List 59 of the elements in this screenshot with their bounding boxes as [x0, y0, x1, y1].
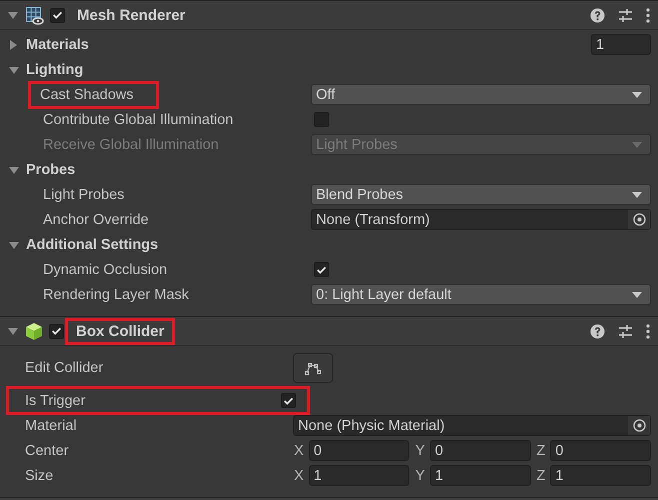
- caret-icon: [632, 292, 642, 298]
- axis-label: Z: [536, 442, 546, 458]
- checkbox[interactable]: [314, 112, 329, 127]
- checkbox[interactable]: [281, 393, 296, 408]
- count-field[interactable]: 1: [591, 34, 651, 55]
- property-label: Edit Collider: [25, 359, 104, 378]
- dropdown[interactable]: Off: [311, 84, 651, 105]
- checkbox[interactable]: [50, 8, 65, 22]
- axis-label: Y: [414, 442, 425, 458]
- grid-icon: [25, 6, 44, 24]
- section-label[interactable]: Materials: [26, 36, 89, 52]
- target-icon[interactable]: [632, 419, 646, 432]
- component-title: Box Collider: [68, 320, 172, 342]
- triangle-icon[interactable]: [7, 9, 19, 21]
- property-label: Rendering Layer Mask: [43, 286, 190, 304]
- help-icon[interactable]: [590, 8, 605, 22]
- object-field[interactable]: None (Transform): [311, 209, 651, 230]
- caret-icon: [632, 142, 642, 148]
- settings-sliders-icon[interactable]: [618, 324, 633, 338]
- help-icon[interactable]: [590, 324, 605, 338]
- object-field[interactable]: None (Physic Material): [293, 415, 651, 436]
- number-field[interactable]: 1: [550, 465, 651, 486]
- triangle-icon[interactable]: [7, 325, 19, 337]
- more-icon[interactable]: [646, 8, 650, 22]
- cube-icon: [25, 322, 43, 340]
- property-label: Center: [25, 442, 70, 460]
- property-label: Dynamic Occlusion: [43, 260, 168, 280]
- more-icon[interactable]: [646, 324, 650, 338]
- section-label[interactable]: Lighting: [26, 62, 84, 78]
- target-icon[interactable]: [632, 213, 646, 226]
- axis-label: X: [293, 442, 304, 458]
- number-field[interactable]: 0: [550, 440, 651, 461]
- checkbox[interactable]: [49, 324, 64, 338]
- axis-label: X: [293, 468, 304, 484]
- property-label: Material: [25, 416, 78, 436]
- axis-label: Y: [414, 468, 425, 484]
- number-field[interactable]: 0: [308, 440, 410, 461]
- number-field[interactable]: 1: [308, 465, 410, 486]
- vertex-edit-icon: [304, 360, 322, 376]
- dropdown[interactable]: 0: Light Layer default: [311, 284, 651, 305]
- property-label: Cast Shadows: [31, 84, 156, 106]
- settings-sliders-icon[interactable]: [618, 8, 633, 22]
- caret-icon: [632, 92, 642, 98]
- property-label: Light Probes: [43, 186, 126, 204]
- component-title: Mesh Renderer: [76, 6, 186, 26]
- checkbox[interactable]: [314, 262, 329, 277]
- property-label: Is Trigger: [25, 392, 86, 410]
- property-label: Size: [25, 466, 54, 486]
- caret-icon: [632, 192, 642, 198]
- property-label: Anchor Override: [43, 210, 150, 230]
- number-field[interactable]: 1: [430, 465, 531, 486]
- dropdown[interactable]: Blend Probes: [311, 184, 651, 205]
- section-label[interactable]: Probes: [26, 162, 76, 178]
- property-label: Contribute Global Illumination: [43, 110, 234, 130]
- section-label[interactable]: Additional Settings: [26, 236, 158, 252]
- axis-label: Z: [536, 468, 546, 484]
- number-field[interactable]: 0: [430, 440, 531, 461]
- edit-collider-button[interactable]: [293, 353, 333, 383]
- property-label: Receive Global Illumination: [43, 136, 220, 154]
